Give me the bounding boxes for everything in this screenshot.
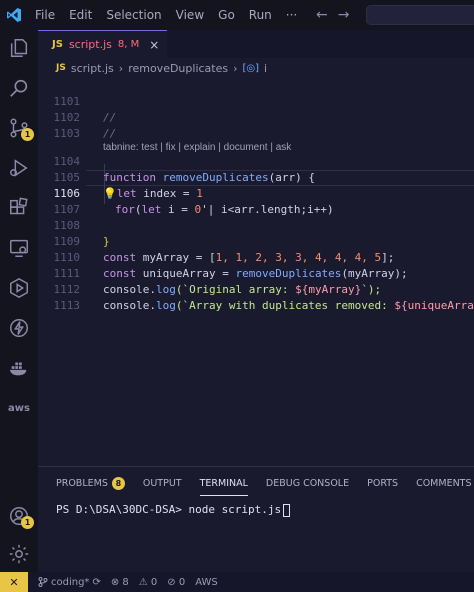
- code-editor[interactable]: 1101 // 1102 // 1103 tabnine: test | fix…: [38, 78, 474, 466]
- code-line: 1109 const myArray = [1, 1, 2, 3, 3, 4, …: [38, 218, 474, 264]
- menu-selection[interactable]: Selection: [99, 0, 168, 30]
- javascript-icon: JS: [52, 39, 63, 50]
- tab-script-js[interactable]: JS script.js 8, M ×: [38, 30, 168, 58]
- breadcrumb-file[interactable]: script.js: [71, 62, 114, 75]
- tab-output[interactable]: OUTPUT: [143, 475, 182, 493]
- status-bar: ✕ coding* ⟳ ⊗ 8 ⚠ 0 ⊘ 0 AWS: [0, 572, 474, 592]
- aws-label: aws: [8, 402, 30, 414]
- menu-bar: File Edit Selection View Go Run ···: [28, 0, 304, 30]
- terminal-cursor: [283, 503, 291, 517]
- vscode-logo-icon: [0, 0, 28, 30]
- terminal-prompt: PS D:\DSA\30DC-DSA> node script.js: [56, 503, 282, 516]
- tab-problems[interactable]: PROBLEMS 8: [56, 475, 125, 493]
- code-line: 1111 console.log(`Original array: ${myAr…: [38, 250, 474, 296]
- remote-indicator-icon[interactable]: ✕: [0, 572, 28, 592]
- menu-edit[interactable]: Edit: [62, 0, 99, 30]
- bottom-panel: PROBLEMS 8 OUTPUT TERMINAL DEBUG CONSOLE …: [38, 466, 474, 572]
- tab-problem-count: 8, M: [117, 39, 140, 50]
- breadcrumb-separator: ›: [118, 61, 124, 75]
- lightning-icon[interactable]: [7, 316, 31, 340]
- docker-icon[interactable]: [7, 356, 31, 380]
- javascript-icon: JS: [56, 63, 66, 73]
- code-line: 1108 }: [38, 202, 474, 248]
- back-arrow-icon[interactable]: ←: [316, 7, 328, 23]
- forward-arrow-icon[interactable]: →: [338, 7, 350, 23]
- sync-icon[interactable]: ⟳: [92, 577, 100, 588]
- string: (`Array with duplicates removed:: [175, 299, 395, 312]
- aws-icon[interactable]: aws: [7, 396, 31, 420]
- tab-terminal[interactable]: TERMINAL: [199, 475, 249, 496]
- tab-filename: script.js: [68, 38, 112, 51]
- code-line: 1113: [38, 282, 474, 312]
- code-line-active: 1106 for(let i = 0'| i<arr.length;i++): [38, 170, 474, 216]
- command-center-search[interactable]: [366, 5, 474, 25]
- accounts-badge: 1: [21, 516, 34, 529]
- breadcrumb: JS script.js › removeDuplicates › [◎] i: [38, 58, 474, 78]
- code-line: 1105 💡let index = 1: [38, 154, 474, 200]
- activity-bar: 1 aws 1: [0, 30, 38, 572]
- terminal-output[interactable]: PS D:\DSA\30DC-DSA> node script.js: [56, 503, 291, 517]
- branch-name: coding*: [51, 576, 90, 588]
- source-control-badge: 1: [21, 128, 34, 141]
- problems-badge: 8: [111, 477, 125, 490]
- aws-status[interactable]: AWS: [195, 577, 218, 588]
- explorer-icon[interactable]: [7, 36, 31, 60]
- line-number: 1113: [53, 299, 81, 312]
- tab-debug-console[interactable]: DEBUG CONSOLE: [266, 475, 349, 493]
- code-text: console.log(`Array with duplicates remov…: [103, 298, 474, 314]
- accounts-icon[interactable]: 1: [7, 504, 34, 529]
- code-line: 1101 //: [38, 78, 474, 124]
- errors-count[interactable]: ⊗ 8: [111, 577, 129, 588]
- menu-file[interactable]: File: [28, 0, 62, 30]
- tab-ports[interactable]: PORTS: [367, 475, 398, 493]
- remote-explorer-icon[interactable]: [7, 236, 31, 260]
- menu-run[interactable]: Run: [242, 0, 279, 30]
- breadcrumb-separator: ›: [233, 61, 238, 75]
- menu-go[interactable]: Go: [211, 0, 242, 30]
- history-nav: ← →: [316, 0, 349, 30]
- code-line: 1102 //: [38, 94, 474, 140]
- branch-indicator[interactable]: coding* ⟳: [38, 577, 101, 588]
- menu-more[interactable]: ···: [279, 0, 304, 30]
- git-branch-icon: [38, 577, 48, 587]
- breadcrumb-function[interactable]: removeDuplicates: [128, 62, 228, 75]
- run-debug-icon[interactable]: [7, 156, 31, 180]
- code-line: 1104 function removeDuplicates(arr) {: [38, 138, 474, 184]
- breadcrumb-symbol[interactable]: i: [264, 62, 267, 75]
- panel-tabs: PROBLEMS 8 OUTPUT TERMINAL DEBUG CONSOLE …: [38, 475, 472, 496]
- warnings-count[interactable]: ⚠ 0: [139, 577, 158, 588]
- editor-tabs: JS script.js 8, M ×: [38, 30, 474, 58]
- code-line: 1107: [38, 186, 474, 216]
- template-expression: ${uniqueArray}: [394, 299, 474, 312]
- variable-icon: [◎]: [242, 62, 260, 74]
- settings-gear-icon[interactable]: [7, 542, 31, 566]
- source-control-icon[interactable]: 1: [7, 116, 34, 141]
- menu-view[interactable]: View: [169, 0, 211, 30]
- code-line: 1112 console.log(`Array with duplicates …: [38, 266, 474, 312]
- code-line: 1110 const uniqueArray = removeDuplicate…: [38, 234, 474, 280]
- tab-label: PROBLEMS: [56, 478, 108, 489]
- extensions-icon[interactable]: [7, 196, 31, 220]
- function-name: log: [155, 299, 176, 312]
- search-icon[interactable]: [7, 76, 31, 100]
- close-icon[interactable]: ×: [149, 38, 159, 52]
- play-icon[interactable]: [7, 276, 31, 300]
- title-bar: File Edit Selection View Go Run ··· ← →: [0, 0, 474, 30]
- ports-count[interactable]: ⊘ 0: [167, 577, 185, 588]
- tab-comments[interactable]: COMMENTS: [416, 475, 471, 493]
- code-rest: console.: [103, 299, 156, 312]
